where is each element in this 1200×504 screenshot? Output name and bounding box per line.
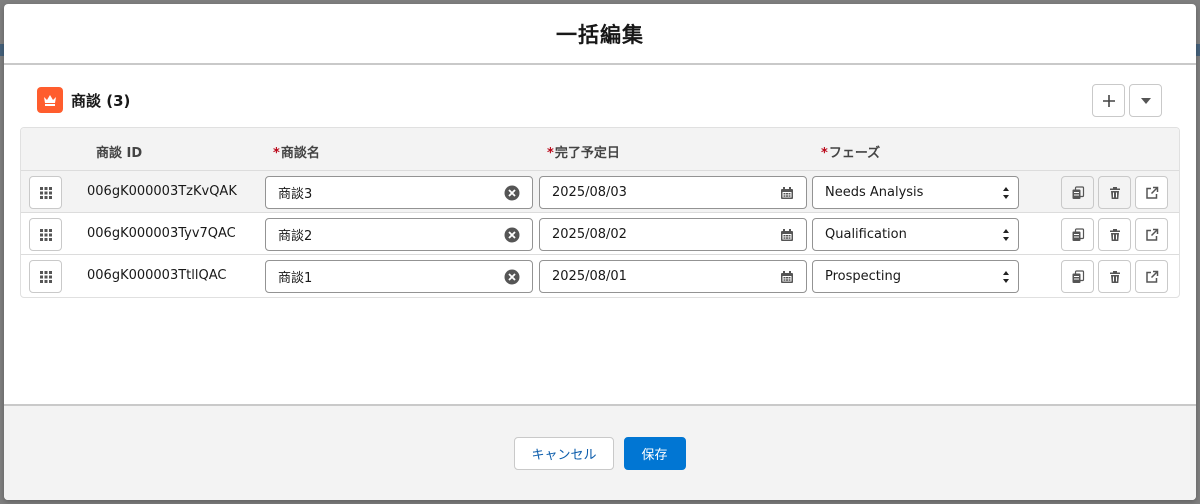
save-button[interactable]: 保存: [623, 436, 686, 470]
copy-icon: [1072, 185, 1084, 199]
delete-row-button[interactable]: [1098, 176, 1131, 209]
modal-body: 商談 (3) 商談 ID *商談名 *完了予定日 *フェーズ 006gK0000…: [4, 65, 1196, 404]
chevron-down-icon: [1140, 97, 1151, 104]
stage-select[interactable]: Needs Analysis: [812, 176, 1019, 209]
external-link-icon: [1145, 270, 1158, 283]
cancel-button[interactable]: キャンセル: [514, 436, 614, 470]
table-header: 商談 ID *商談名 *完了予定日 *フェーズ: [21, 128, 1179, 171]
trash-icon: [1109, 186, 1120, 199]
grip-icon: [39, 186, 52, 199]
open-record-button[interactable]: [1135, 176, 1168, 209]
opportunity-name-input[interactable]: 商談2: [265, 218, 533, 251]
table-row: 006gK000003TzKvQAK 商談3 2025/08/03 Needs …: [21, 171, 1179, 213]
bulk-edit-modal: 一括編集 商談 (3) 商談 ID *商談名 *完了予定日 *フェーズ 006g…: [4, 4, 1196, 500]
record-id: 006gK000003TzKvQAK: [87, 184, 237, 199]
required-marker: *: [821, 146, 828, 161]
clone-row-button[interactable]: [1061, 218, 1094, 251]
clear-icon[interactable]: [504, 269, 520, 285]
clone-row-button[interactable]: [1061, 260, 1094, 293]
select-arrows-icon: [1003, 228, 1009, 241]
record-id: 006gK000003TtllQAC: [87, 268, 227, 283]
trash-icon: [1109, 270, 1120, 283]
column-header-stage: *フェーズ: [821, 146, 881, 161]
clone-row-button[interactable]: [1061, 176, 1094, 209]
copy-icon: [1072, 269, 1084, 283]
select-arrows-icon: [1003, 186, 1009, 199]
select-arrows-icon: [1003, 270, 1009, 283]
stage-select[interactable]: Qualification: [812, 218, 1019, 251]
column-header-id: 商談 ID: [96, 146, 143, 161]
plus-icon: [1102, 94, 1115, 107]
card-header: 商談 (3): [37, 87, 130, 113]
table-row: 006gK000003Tyv7QAC 商談2 2025/08/02 Qualif…: [21, 213, 1179, 255]
records-table: 商談 ID *商談名 *完了予定日 *フェーズ 006gK000003TzKvQ…: [20, 127, 1180, 298]
row-actions: [1061, 218, 1168, 251]
copy-icon: [1072, 227, 1084, 241]
drag-handle[interactable]: [29, 218, 62, 251]
close-date-input[interactable]: 2025/08/01: [539, 260, 807, 293]
column-header-name: *商談名: [273, 146, 320, 161]
calendar-icon[interactable]: [780, 228, 794, 242]
grip-icon: [39, 270, 52, 283]
stage-select[interactable]: Prospecting: [812, 260, 1019, 293]
delete-row-button[interactable]: [1098, 218, 1131, 251]
modal-header: 一括編集: [4, 4, 1196, 65]
crown-icon: [37, 87, 63, 113]
close-date-input[interactable]: 2025/08/02: [539, 218, 807, 251]
required-marker: *: [547, 146, 554, 161]
more-actions-button[interactable]: [1129, 84, 1162, 117]
drag-handle[interactable]: [29, 260, 62, 293]
record-id: 006gK000003Tyv7QAC: [87, 226, 236, 241]
row-actions: [1061, 176, 1168, 209]
modal-title: 一括編集: [556, 22, 644, 47]
column-header-close-date: *完了予定日: [547, 146, 620, 161]
required-marker: *: [273, 146, 280, 161]
delete-row-button[interactable]: [1098, 260, 1131, 293]
grip-icon: [39, 228, 52, 241]
table-row: 006gK000003TtllQAC 商談1 2025/08/01 Prospe…: [21, 255, 1179, 297]
clear-icon[interactable]: [504, 185, 520, 201]
opportunity-name-input[interactable]: 商談1: [265, 260, 533, 293]
open-record-button[interactable]: [1135, 218, 1168, 251]
row-actions: [1061, 260, 1168, 293]
external-link-icon: [1145, 186, 1158, 199]
drag-handle[interactable]: [29, 176, 62, 209]
add-row-button[interactable]: [1092, 84, 1125, 117]
modal-footer: キャンセル 保存: [4, 404, 1196, 500]
card-title: 商談 (3): [71, 91, 131, 110]
clear-icon[interactable]: [504, 227, 520, 243]
calendar-icon[interactable]: [780, 186, 794, 200]
open-record-button[interactable]: [1135, 260, 1168, 293]
header-actions: [1092, 84, 1162, 117]
opportunity-name-input[interactable]: 商談3: [265, 176, 533, 209]
close-date-input[interactable]: 2025/08/03: [539, 176, 807, 209]
external-link-icon: [1145, 228, 1158, 241]
trash-icon: [1109, 228, 1120, 241]
calendar-icon[interactable]: [780, 270, 794, 284]
